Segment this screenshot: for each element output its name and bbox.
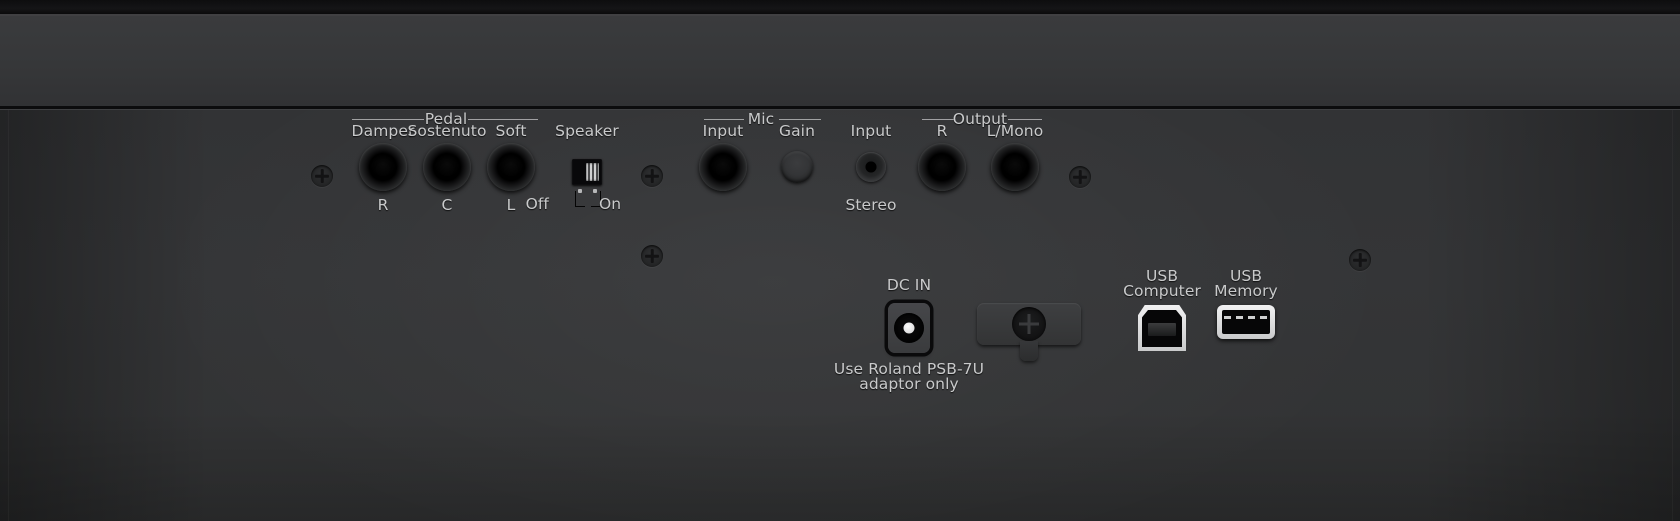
phillips-screw-icon [1349, 249, 1371, 271]
pedal-damper-jack[interactable] [359, 143, 407, 191]
pedal-soft-sublabel: L [506, 196, 516, 214]
output-l-mono-label: L/Mono [986, 122, 1044, 140]
output-r-label: R [936, 122, 948, 140]
output-bracket-right [1008, 119, 1042, 120]
panel-right-groove [1672, 110, 1673, 521]
speaker-off-elbow [575, 191, 585, 207]
mic-input-label: Input [702, 122, 744, 140]
stereo-input-label: Input [850, 122, 892, 140]
speaker-on-label: On [599, 195, 622, 213]
speaker-switch-label: Speaker [555, 122, 619, 140]
pedal-soft-label: Soft [495, 122, 527, 140]
pedal-soft-jack[interactable] [487, 143, 535, 191]
dc-in-note-line2: adaptor only [859, 375, 959, 393]
dc-in-label: DC IN [886, 276, 932, 294]
panel-upper-band [0, 16, 1680, 106]
usb-a-cavity [1222, 310, 1270, 334]
usb-computer-port[interactable] [1138, 305, 1186, 351]
speaker-switch-slider[interactable] [586, 163, 599, 181]
pedal-sostenuto-label: Sostenuto [407, 122, 487, 140]
mic-group-title: Mic [747, 110, 775, 128]
phillips-screw-icon [1069, 166, 1091, 188]
usb-memory-port[interactable] [1217, 305, 1275, 339]
phillips-screw-icon [641, 245, 663, 267]
pedal-sostenuto-jack[interactable] [423, 143, 471, 191]
stereo-input-sublabel: Stereo [845, 196, 897, 214]
cord-hook-tab [1020, 341, 1038, 361]
cord-hook-screw-icon [1012, 307, 1046, 341]
mic-bracket-left [704, 119, 744, 120]
dc-in-center-pin [903, 322, 915, 334]
mic-gain-knob[interactable] [781, 151, 813, 183]
panel-left-groove [8, 110, 9, 521]
pedal-bracket-right [468, 119, 538, 120]
usb-b-tongue [1148, 323, 1176, 336]
dc-in-jack[interactable] [888, 303, 930, 353]
output-l-mono-jack[interactable] [991, 143, 1039, 191]
phillips-screw-icon [311, 165, 333, 187]
usb-computer-label-line2: Computer [1123, 282, 1201, 300]
phillips-screw-icon [641, 165, 663, 187]
panel-top-edge [0, 0, 1680, 14]
output-r-jack[interactable] [918, 143, 966, 191]
pedal-damper-label: Damper [351, 122, 415, 140]
stereo-input-jack[interactable] [856, 152, 886, 182]
cord-hook[interactable] [977, 303, 1081, 361]
rear-panel: Pedal Damper Sostenuto Soft R C L Speake… [0, 0, 1680, 521]
pedal-damper-sublabel: R [377, 196, 389, 214]
pedal-sostenuto-sublabel: C [441, 196, 453, 214]
speaker-slide-switch[interactable] [572, 159, 602, 185]
pedal-bracket-left [352, 119, 424, 120]
mic-bracket-right [779, 119, 821, 120]
panel-bottom-shading [0, 411, 1680, 521]
mic-gain-label: Gain [778, 122, 816, 140]
output-bracket-left [922, 119, 954, 120]
mic-input-jack[interactable] [699, 143, 747, 191]
usb-memory-label-line2: Memory [1214, 282, 1278, 300]
usb-a-contacts [1224, 316, 1268, 319]
speaker-off-label: Off [525, 195, 549, 213]
